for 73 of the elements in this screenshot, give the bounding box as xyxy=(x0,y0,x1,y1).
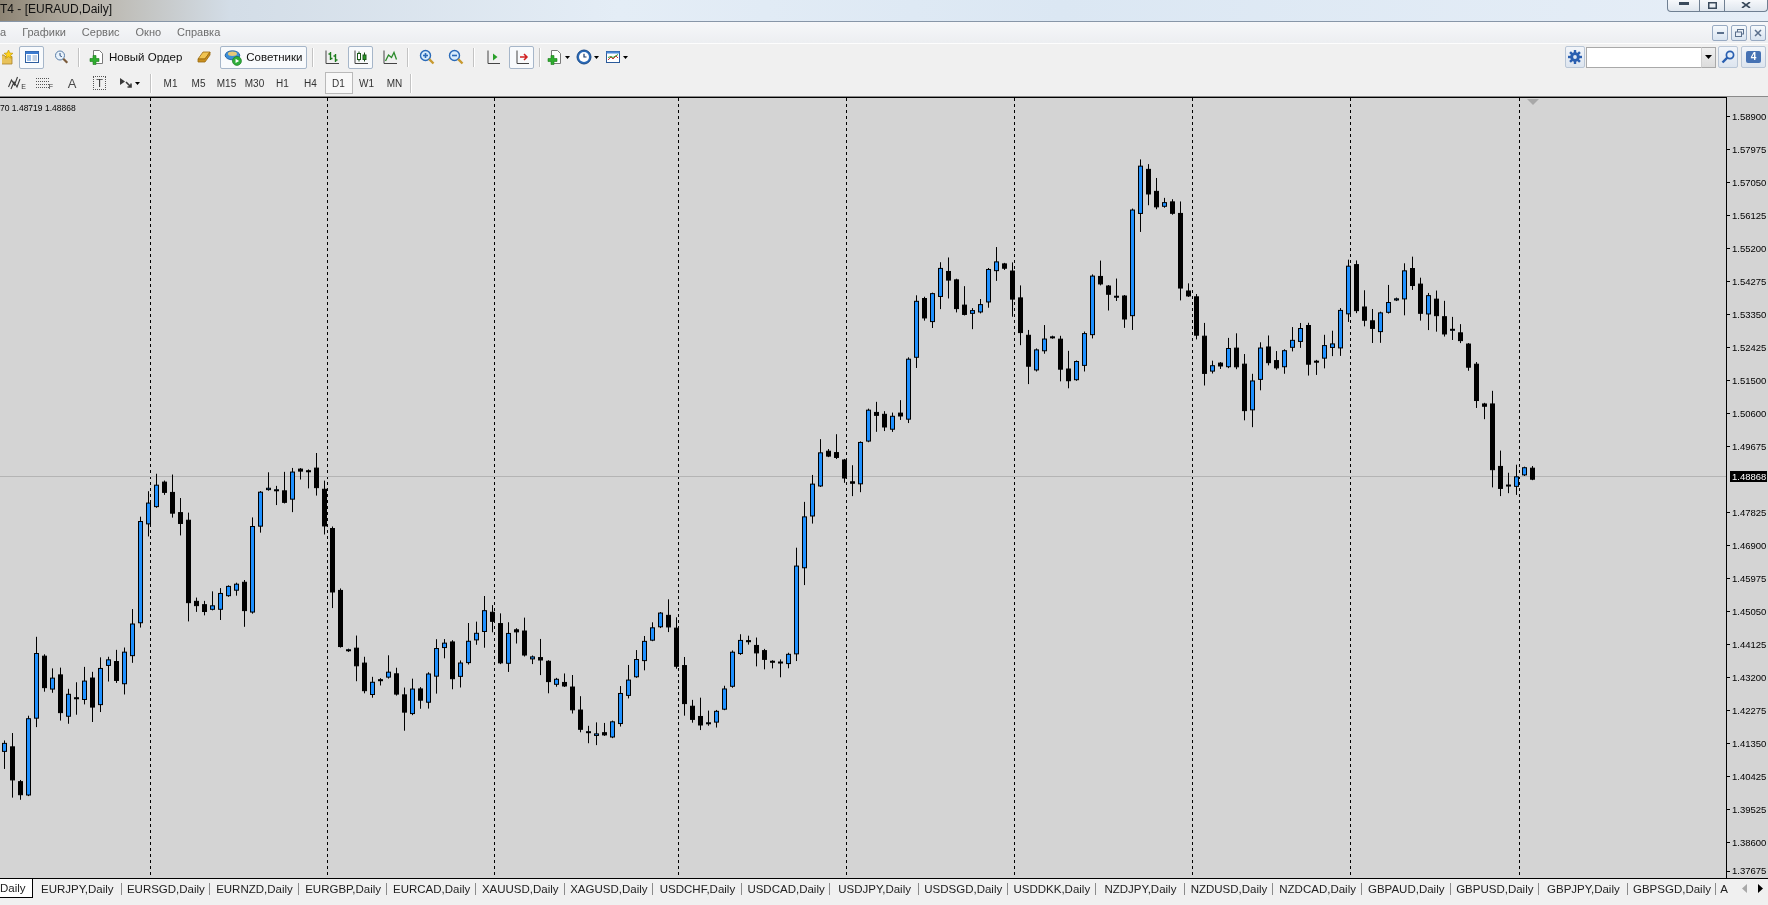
search-button[interactable] xyxy=(1718,46,1738,68)
experts-button[interactable]: Советники xyxy=(220,45,308,69)
caret-left-icon xyxy=(1741,884,1747,893)
window-icon xyxy=(23,49,40,65)
candlestick-icon xyxy=(353,49,369,65)
period-button[interactable]: M1 xyxy=(156,72,185,94)
menu-item[interactable]: а xyxy=(0,22,15,43)
restore-button[interactable] xyxy=(1731,24,1747,41)
ingot-icon xyxy=(195,49,212,65)
search-icon xyxy=(1721,50,1735,64)
menu-item[interactable]: Окно xyxy=(127,22,170,43)
settings-icon xyxy=(1568,50,1582,64)
bar-chart-icon xyxy=(324,49,340,65)
period-button[interactable]: M5 xyxy=(184,72,213,94)
window-title: T4 - [EURAUD,Daily] xyxy=(0,1,112,18)
menu-item[interactable]: Графики xyxy=(14,22,74,43)
caret-icon xyxy=(1705,55,1712,59)
text-label-button[interactable]: T xyxy=(87,72,112,94)
messages-button[interactable]: 4 xyxy=(1741,46,1766,68)
chart-window-icon xyxy=(605,49,622,65)
chart-info-text: 70 1.48719 1.48868 xyxy=(0,103,76,113)
minimize-button[interactable] xyxy=(1712,24,1728,41)
star-folder-icon xyxy=(2,49,14,65)
minimize-icon xyxy=(1716,31,1724,34)
auto-scroll-icon xyxy=(514,49,530,65)
close-icon xyxy=(1754,28,1762,37)
menu-item[interactable]: Справка xyxy=(169,22,229,43)
document-plus-icon xyxy=(89,49,105,65)
period-button[interactable]: W1 xyxy=(352,72,381,94)
wave-lines-icon xyxy=(8,76,22,90)
maximize-button[interactable] xyxy=(1700,0,1725,12)
chart-shift-marker-icon xyxy=(1527,99,1539,105)
dotted-lines-icon xyxy=(35,77,49,89)
clock-icon xyxy=(576,49,593,65)
candlestick-button[interactable] xyxy=(348,45,374,69)
minimize-button[interactable] xyxy=(1667,0,1700,12)
close-icon xyxy=(1741,2,1751,8)
search-dropdown-button[interactable] xyxy=(1701,46,1716,68)
search-field[interactable] xyxy=(1586,46,1701,68)
line-chart-icon xyxy=(382,49,398,65)
bid-price-label: 1.48868 xyxy=(1730,471,1768,482)
settings-button[interactable] xyxy=(1565,46,1585,68)
period-button[interactable]: M30 xyxy=(240,72,269,94)
zoom-in-icon xyxy=(419,49,435,65)
auto-scroll-button[interactable] xyxy=(509,45,535,69)
caret-icon xyxy=(623,55,629,59)
magnifier-clock-icon xyxy=(52,49,69,65)
caret-icon xyxy=(565,55,571,59)
caret-icon xyxy=(594,55,600,59)
period-button[interactable]: D1 xyxy=(324,72,353,94)
menu-item[interactable]: Сервис xyxy=(73,22,128,43)
navigator-button[interactable] xyxy=(19,45,44,69)
restore-icon xyxy=(1734,28,1744,37)
chart-tab[interactable]: Daily xyxy=(0,879,33,898)
maximize-icon xyxy=(1707,2,1717,9)
text-tool-button[interactable]: A xyxy=(60,72,84,94)
document-plus-icon xyxy=(547,49,564,65)
zoom-out-icon xyxy=(448,49,464,65)
chart-shift-icon xyxy=(485,49,501,65)
close-button[interactable] xyxy=(1750,24,1766,41)
caret-right-icon xyxy=(1757,884,1763,893)
price-label: 1.37675 xyxy=(1727,865,1767,877)
period-button[interactable]: MN xyxy=(380,72,409,94)
period-button[interactable]: H4 xyxy=(296,72,325,94)
period-button[interactable]: H1 xyxy=(268,72,297,94)
arrows-icon xyxy=(120,77,133,89)
cap-play-icon xyxy=(224,48,243,66)
minimize-icon xyxy=(1678,2,1689,5)
close-button[interactable] xyxy=(1725,0,1768,12)
new-order-button[interactable]: Новый Ордер xyxy=(85,45,188,69)
period-button[interactable]: M15 xyxy=(212,72,241,94)
chart-tab[interactable]: A xyxy=(1716,879,1732,898)
caret-icon xyxy=(135,81,140,85)
